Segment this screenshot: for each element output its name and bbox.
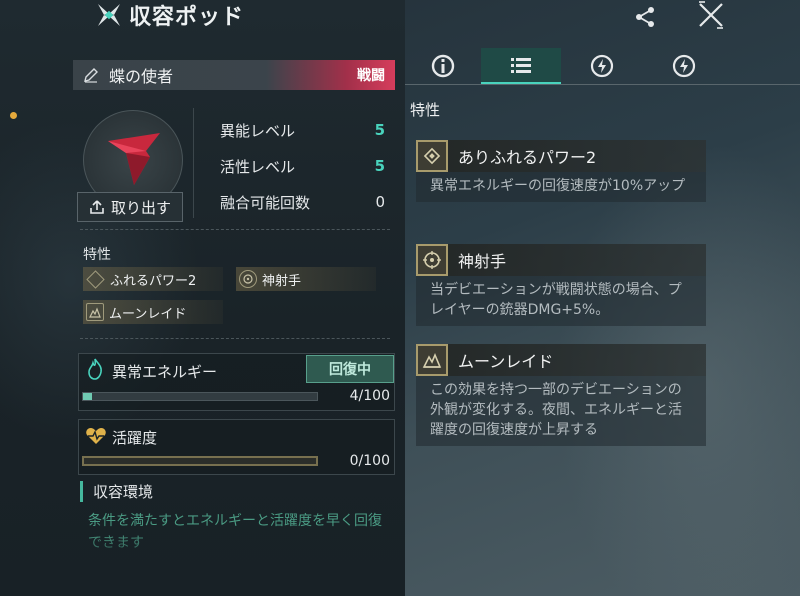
edit-pen-icon[interactable] [83,67,99,83]
type-badge: 戦闘 [357,68,385,84]
tab-skill-2[interactable] [643,48,725,84]
title-bar: 収容ポッド [95,0,244,30]
scroll-fade [0,530,405,596]
info-icon [431,54,455,78]
detail-tabs [405,48,800,84]
stat-fusion-count: 融合可能回数 0 [220,184,385,220]
trait-card-title: 神射手 [458,252,507,271]
dashed-divider [80,229,390,230]
extract-label: 取り出す [110,198,171,217]
environment-heading: 収容環境 [80,481,153,502]
detail-traits-heading: 特性 [410,101,441,119]
lightning-circle-icon [672,54,696,78]
containment-logo-icon [98,4,120,26]
trait-chip-power[interactable]: ふれるパワー2 [83,267,223,291]
activity-progress-bar [82,456,318,466]
moon-raid-icon [416,344,448,376]
divider [193,108,194,218]
butterfly-messenger-icon [108,133,160,185]
stats-list: 異能レベル 5 活性レベル 5 融合可能回数 0 [220,112,385,220]
trait-card-header: ありふれるパワー2 [416,140,706,172]
diamond-icon [416,140,448,172]
recovering-button[interactable]: 回復中 [306,355,394,383]
moon-raid-icon [86,303,104,321]
trait-card-desc: 異常エネルギーの回復速度が10%アップ [430,178,686,194]
crosshair-icon [416,244,448,276]
stat-ability-level: 異能レベル 5 [220,112,385,148]
upload-icon [90,200,104,214]
extract-button[interactable]: 取り出す [77,192,183,222]
deviation-name: 蝶の使者 [109,67,174,86]
trait-card-moonraid: ムーンレイド この効果を持つ一部のデビエーションの外観が変化する。夜間、エネルギ… [416,344,706,446]
tab-traits[interactable] [481,48,561,84]
trait-chip-label: 神射手 [262,273,302,289]
dashed-divider [80,338,390,339]
energy-progress-bar [82,392,318,401]
stat-value: 5 [374,121,385,139]
stat-label: 活性レベル [220,157,296,176]
trait-card-title: ムーンレイド [458,352,554,371]
heart-pulse-icon [86,428,106,444]
tab-info[interactable] [405,48,481,84]
trait-card-title: ありふれるパワー2 [458,148,597,167]
indicator-dot [10,112,17,119]
trait-chip-label: ふれるパワー2 [110,273,197,289]
traits-heading: 特性 [83,247,111,263]
stat-label: 異能レベル [220,121,296,140]
trait-card-desc: この効果を持つ一部のデビエーションの外観が変化する。夜間、エネルギーと活躍度の回… [430,382,682,438]
flame-icon [88,358,102,380]
trait-card-power: ありふれるパワー2 異常エネルギーの回復速度が10%アップ [416,140,706,202]
trait-chip-label: ムーンレイド [109,306,187,322]
stat-label: 融合可能回数 [220,193,311,212]
stat-activity-level: 活性レベル 5 [220,148,385,184]
pod-name-bar[interactable]: 蝶の使者 戦闘 [73,60,395,90]
trait-card-header: ムーンレイド [416,344,706,376]
energy-progress-fill [83,393,93,400]
share-icon[interactable] [632,4,658,30]
list-icon [511,58,531,73]
activity-value: 0/100 [349,453,390,469]
pod-panel: 収容ポッド 蝶の使者 戦闘 取り出す 異能レベル 5 活性レベル 5 融合可能回… [0,0,405,596]
trait-card-marksman: 神射手 当デビエーションが戦闘状態の場合、プレイヤーの銃器DMG+5%。 [416,244,706,326]
lightning-circle-icon [590,54,614,78]
trait-chip-moonraid[interactable]: ムーンレイド [83,300,223,324]
energy-label: 異常エネルギー [112,363,218,381]
diamond-icon [86,269,105,289]
trait-chip-marksman[interactable]: 神射手 [236,267,376,291]
activity-label: 活躍度 [112,429,158,447]
trait-card-desc: 当デビエーションが戦闘状態の場合、プレイヤーの銃器DMG+5%。 [430,282,682,318]
stat-value: 5 [374,157,385,175]
tab-skill-1[interactable] [561,48,643,84]
tab-underline [405,84,800,85]
crosshair-icon [239,270,257,288]
energy-value: 4/100 [349,388,390,404]
stat-value: 0 [375,193,385,211]
trait-card-header: 神射手 [416,244,706,276]
page-title: 収容ポッド [129,5,245,30]
close-icon[interactable] [696,0,726,30]
